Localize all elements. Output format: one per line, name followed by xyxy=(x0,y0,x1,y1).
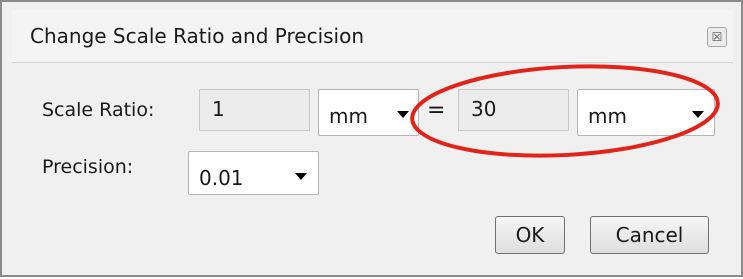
highlight-ellipse-shape xyxy=(410,64,720,158)
highlight-ellipse xyxy=(410,64,720,158)
change-scale-ratio-dialog: Change Scale Ratio and Precision ☒ Scale… xyxy=(0,0,743,277)
